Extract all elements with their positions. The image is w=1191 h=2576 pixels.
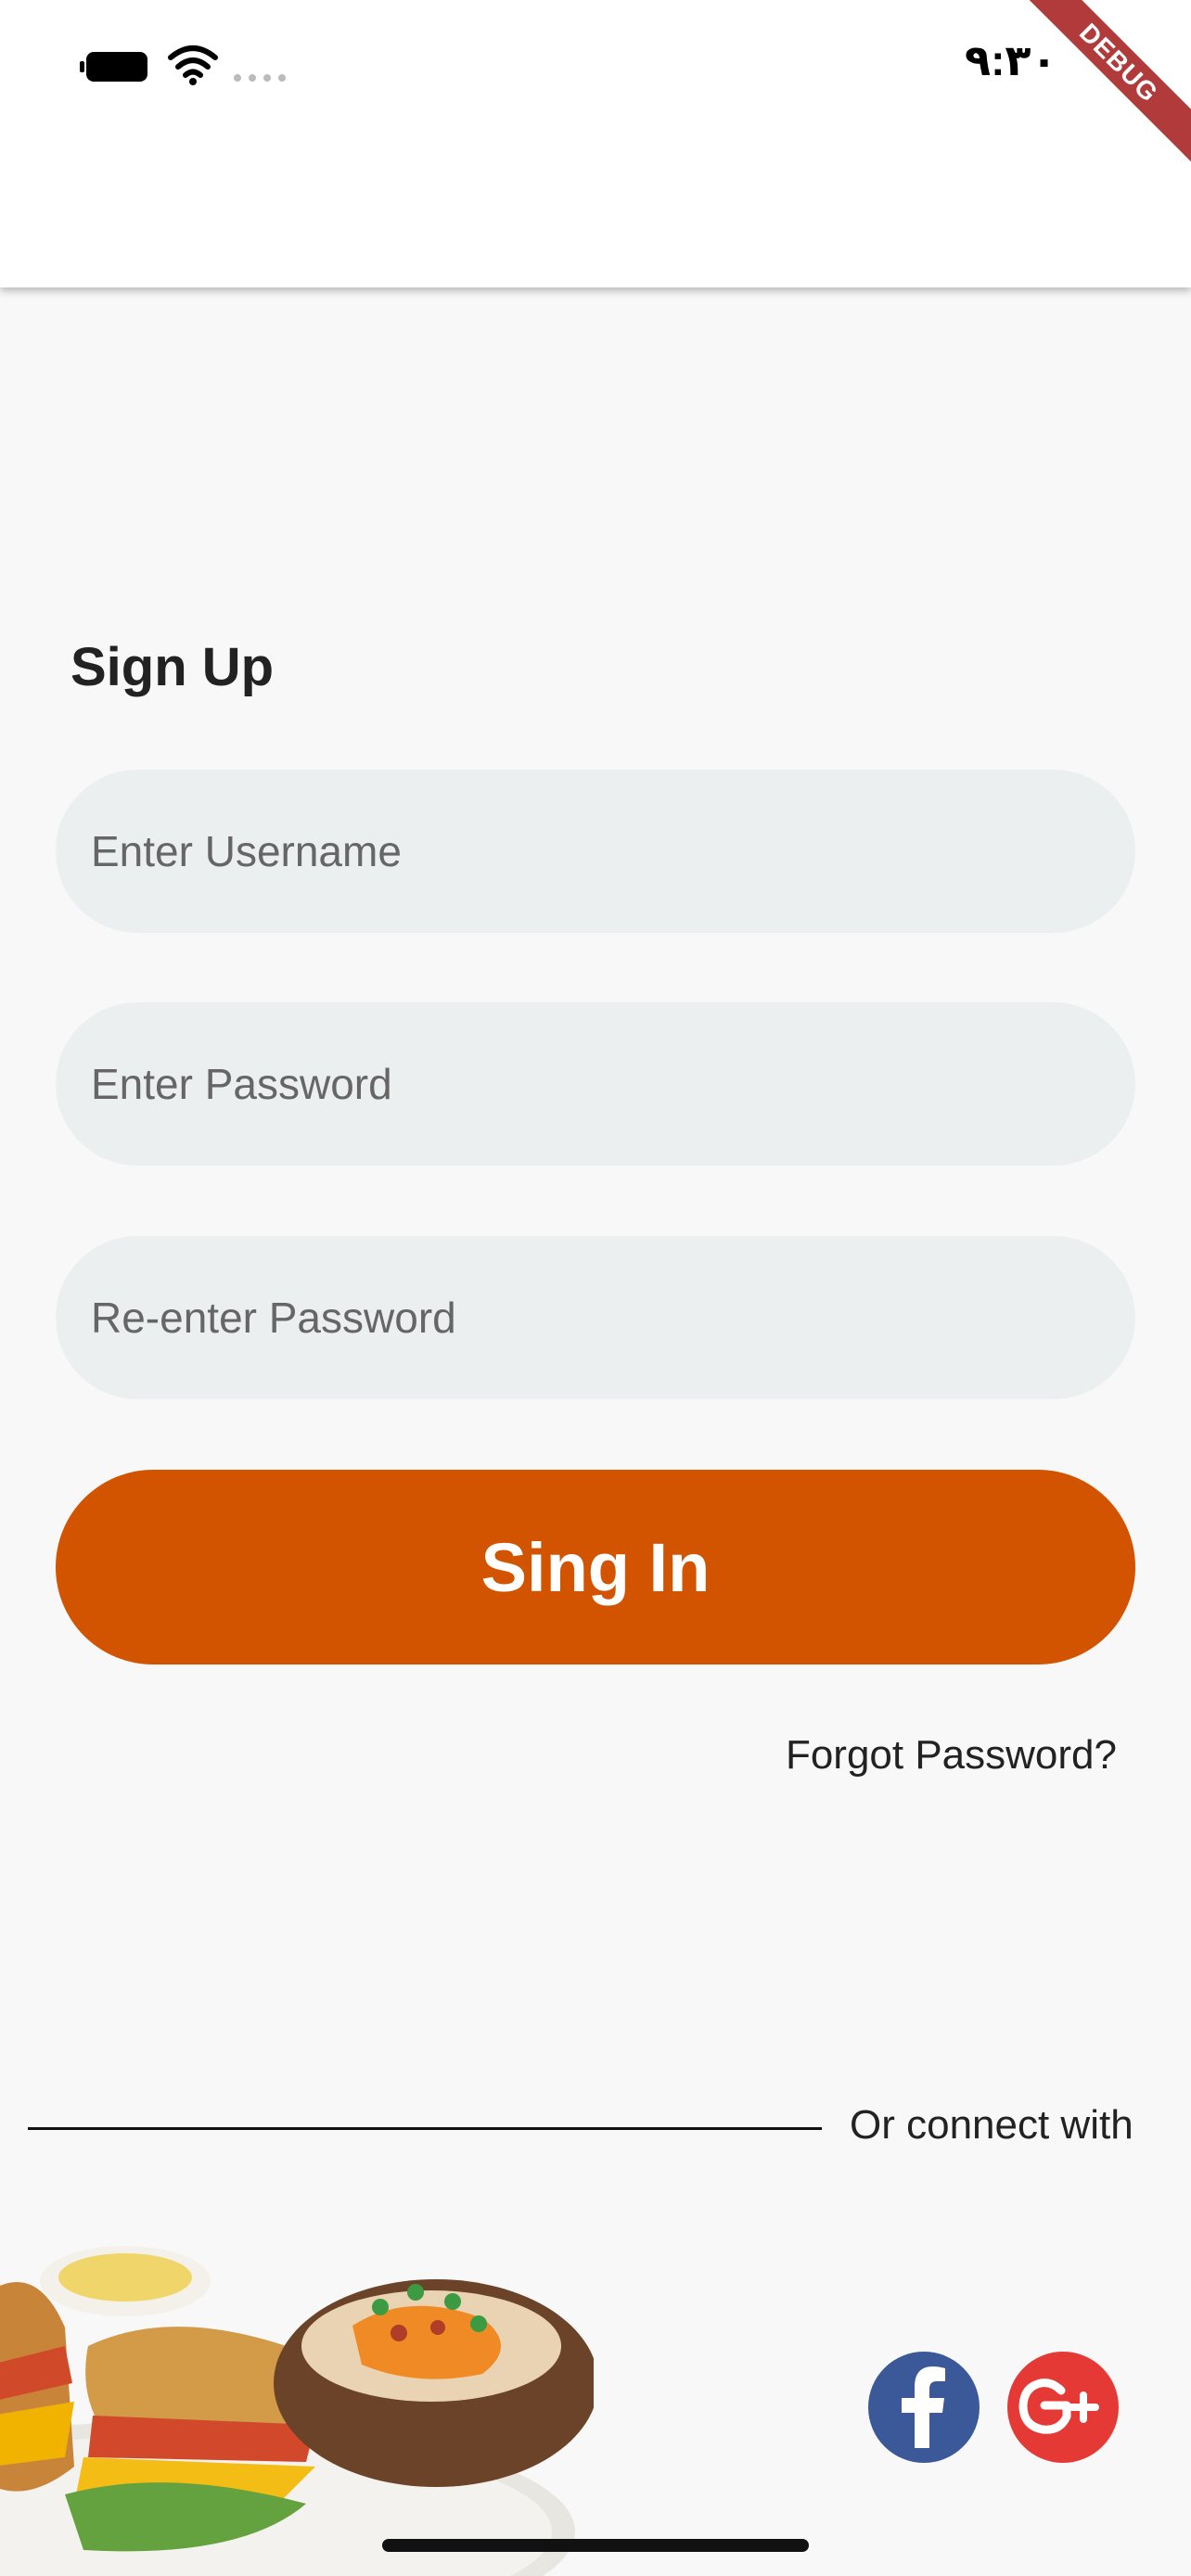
reenter-password-field[interactable] [56,1236,1135,1399]
sign-in-button[interactable]: Sing In [56,1470,1135,1664]
signal-icon [234,74,286,82]
username-input[interactable] [89,825,1135,877]
forgot-password-link[interactable]: Forgot Password? [786,1732,1117,1779]
wifi-icon [168,45,218,85]
debug-banner: DEBUG [1005,0,1191,185]
facebook-button[interactable] [868,2352,980,2463]
connect-label: Or connect with [850,2102,1133,2148]
facebook-icon [902,2366,945,2448]
divider-line [28,2127,822,2130]
password-input[interactable] [89,1058,1135,1110]
username-field[interactable] [56,770,1135,933]
battery-icon [80,52,147,82]
password-field[interactable] [56,1002,1135,1166]
debug-label: DEBUG [1019,0,1191,162]
page-title: Sign Up [70,637,275,697]
google-plus-button[interactable] [1007,2352,1119,2463]
reenter-password-input[interactable] [89,1292,1135,1344]
google-plus-icon [1018,2378,1099,2434]
food-image [0,2246,594,2576]
home-indicator [382,2539,809,2552]
